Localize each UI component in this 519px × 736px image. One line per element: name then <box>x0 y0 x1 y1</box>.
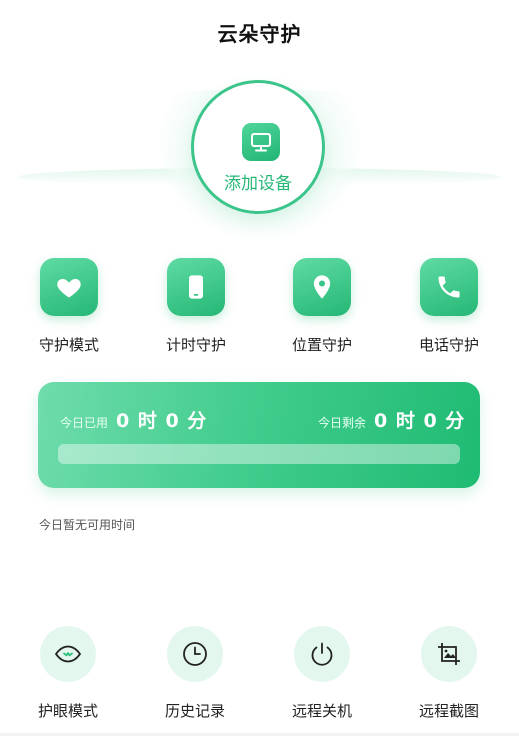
tool-history[interactable]: 历史记录 <box>145 626 245 721</box>
remaining-today-label: 今日剩余 <box>318 416 367 430</box>
tool-remote-screenshot[interactable]: 远程截图 <box>399 626 499 721</box>
used-today-label: 今日已用 <box>60 416 109 430</box>
page-title: 云朵守护 <box>217 22 302 46</box>
usage-progress-bar <box>58 444 460 464</box>
tool-label: 远程关机 <box>291 702 352 720</box>
clock-icon <box>167 626 223 682</box>
feature-label: 守护模式 <box>38 336 99 354</box>
tool-label: 远程截图 <box>418 702 479 720</box>
eye-icon <box>40 626 96 682</box>
used-today-value: 0 时 0 分 <box>116 410 208 432</box>
feature-guard-mode[interactable]: 守护模式 <box>24 258 114 355</box>
power-icon <box>294 626 350 682</box>
tool-remote-shutdown[interactable]: 远程关机 <box>272 626 372 721</box>
add-device-label: 添加设备 <box>224 174 292 194</box>
phone-icon <box>167 258 225 316</box>
location-pin-icon <box>293 258 351 316</box>
tool-eye-care-mode[interactable]: 护眼模式 <box>18 626 118 721</box>
remaining-today-value: 0 时 0 分 <box>374 410 466 432</box>
crop-image-icon <box>421 626 477 682</box>
monitor-icon <box>242 123 280 161</box>
tool-label: 历史记录 <box>164 702 225 720</box>
feature-label: 计时守护 <box>165 336 226 354</box>
feature-timer-guard[interactable]: 计时守护 <box>151 258 241 355</box>
usage-card: 今日已用 0 时 0 分 今日剩余 0 时 0 分 <box>38 382 480 488</box>
phone-call-icon <box>420 258 478 316</box>
add-device-button[interactable]: 添加设备 <box>191 80 325 214</box>
tool-label: 护眼模式 <box>37 702 98 720</box>
feature-label: 位置守护 <box>291 336 352 354</box>
feature-label: 电话守护 <box>418 336 479 354</box>
no-time-note: 今日暂无可用时间 <box>39 518 136 532</box>
feature-location-guard[interactable]: 位置守护 <box>277 258 367 355</box>
feature-phone-guard[interactable]: 电话守护 <box>404 258 494 355</box>
heart-icon <box>40 258 98 316</box>
